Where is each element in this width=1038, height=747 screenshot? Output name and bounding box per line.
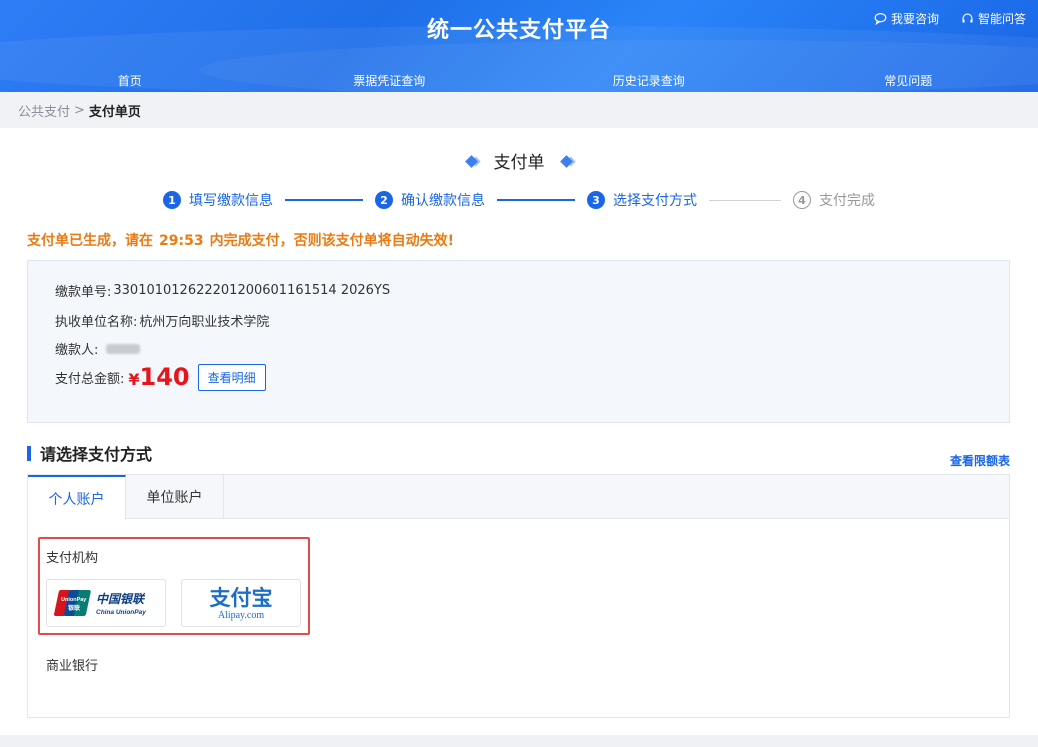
payment-panel: 个人账户 单位账户 支付机构 UnionPay 银联 中国银联 China Un… [27,474,1010,718]
consult-link[interactable]: 我要咨询 [874,10,939,27]
order-info-panel: 缴款单号: 330101012622201200601161514 2026YS… [27,260,1010,423]
section-accent-bar [27,445,31,461]
progress-steps: 1 填写缴款信息 2 确认缴款信息 3 选择支付方式 4 支付完成 [163,188,875,212]
payment-section-title: 请选择支付方式 [27,441,152,465]
nav-home[interactable]: 首页 [0,70,260,92]
step-1: 1 填写缴款信息 [163,190,273,210]
nav-faq[interactable]: 常见问题 [779,70,1038,92]
unionpay-badge-sub: 银联 [68,604,80,612]
order-number-row: 缴款单号: 330101012622201200601161514 2026YS [55,281,390,300]
step-connector [709,199,781,201]
payment-org-label: 支付机构 [46,551,99,566]
step-2-number: 2 [375,191,393,209]
smart-qa-label: 智能问答 [977,12,1026,26]
commercial-bank-label: 商业银行 [46,659,99,674]
nav-voucher-query[interactable]: 票据凭证查询 [260,70,520,92]
total-amount-row: 支付总金额: ¥140 查看明细 [55,363,266,391]
step-4: 4 支付完成 [793,190,875,210]
page-heading: 支付单 [0,148,1038,173]
chat-bubble-icon [874,13,887,25]
main-nav: 首页 票据凭证查询 历史记录查询 常见问题 [0,70,1038,92]
alipay-option[interactable]: 支付宝 Alipay.com [181,579,301,627]
tab-corporate-account[interactable]: 单位账户 [126,475,224,519]
headset-icon [962,13,973,23]
step-connector [285,199,363,201]
step-3-number: 3 [587,191,605,209]
breadcrumb-separator: > [74,102,85,118]
unionpay-option[interactable]: UnionPay 银联 中国银联 China UnionPay [46,579,166,627]
breadcrumb-current: 支付单页 [88,104,141,120]
total-amount: ¥140 [128,363,189,391]
order-number-label: 缴款单号: [55,285,112,300]
amount-value: 140 [139,363,190,391]
view-limit-table-link[interactable]: 查看限额表 [950,452,1010,469]
tab-personal-account[interactable]: 个人账户 [28,475,126,520]
currency-symbol: ¥ [128,370,140,389]
top-links: 我要咨询 智能问答 [874,10,1026,27]
step-2-label: 确认缴款信息 [401,193,485,209]
unit-label: 执收单位名称: [55,315,138,330]
step-4-label: 支付完成 [819,193,875,209]
order-number-value: 330101012622201200601161514 2026YS [113,283,391,298]
unionpay-logo: UnionPay 银联 中国银联 China UnionPay [54,590,146,616]
payment-section-label: 请选择支付方式 [40,445,153,464]
notice-suffix: 内完成支付，否则该支付单将自动失效! [209,233,454,249]
payer-row: 缴款人: [55,339,141,358]
unit-row: 执收单位名称: 杭州万向职业技术学院 [55,311,269,330]
payer-label: 缴款人: [55,343,99,358]
step-4-number: 4 [793,191,811,209]
diamond-icon [560,154,573,168]
payer-name-redacted [106,343,141,354]
notice-prefix: 支付单已生成，请在 [27,233,153,249]
unionpay-badge-text: UnionPay [61,597,87,603]
nav-history-query[interactable]: 历史记录查询 [519,70,779,92]
total-label: 支付总金额: [55,371,125,387]
countdown-timer: 29:53 [159,233,204,249]
diamond-icon [465,154,478,168]
header: 统一公共支付平台 我要咨询 智能问答 首页 票据凭证查询 历史记录查询 常见问题 [0,0,1038,92]
unit-value: 杭州万向职业技术学院 [139,315,270,330]
account-tabs: 个人账户 单位账户 [28,475,1009,520]
alipay-sub: Alipay.com [218,610,265,621]
view-detail-button[interactable]: 查看明细 [197,363,266,391]
breadcrumb: 公共支付 > 支付单页 [0,92,1038,128]
unionpay-sub: China UnionPay [96,609,146,616]
unionpay-name: 中国银联 [96,592,146,606]
expiry-notice: 支付单已生成，请在 29:53 内完成支付，否则该支付单将自动失效! [27,230,454,250]
page-title: 支付单 [493,153,545,173]
step-2: 2 确认缴款信息 [375,190,485,210]
step-connector [497,199,575,201]
alipay-logo: 支付宝 Alipay.com [210,586,273,621]
step-3-label: 选择支付方式 [613,193,697,209]
alipay-name: 支付宝 [210,586,273,610]
step-1-number: 1 [163,191,181,209]
consult-label: 我要咨询 [890,12,939,26]
footer-bar [0,735,1038,747]
breadcrumb-root[interactable]: 公共支付 [18,101,70,120]
smart-qa-link[interactable]: 智能问答 [961,10,1026,27]
step-1-label: 填写缴款信息 [189,193,273,209]
step-3: 3 选择支付方式 [587,190,697,210]
